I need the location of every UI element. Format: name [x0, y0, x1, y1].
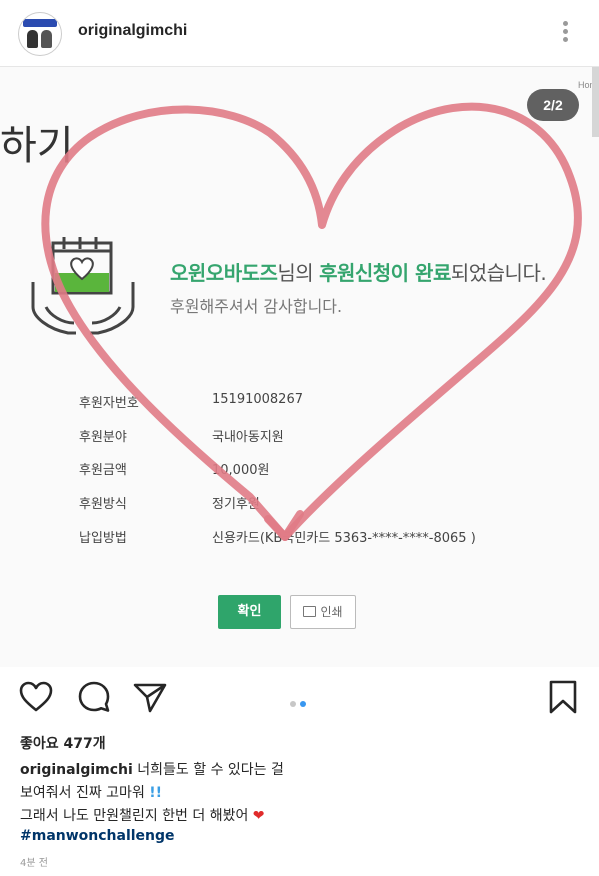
comment-icon[interactable]	[76, 679, 112, 715]
thanks-subtitle: 후원해주셔서 감사합니다.	[170, 297, 343, 316]
more-options-icon[interactable]	[555, 18, 575, 46]
row-label: 후원자번호	[79, 396, 139, 411]
row-value: 신용카드(KB국민카드 5363-****-****-8065 )	[212, 531, 476, 546]
row-label: 후원금액	[79, 463, 127, 478]
donation-calendar-hands-icon	[31, 237, 135, 335]
row-value: 정기후원	[212, 497, 260, 512]
print-button[interactable]: 인쇄	[290, 595, 356, 629]
row-label: 후원분야	[79, 430, 127, 445]
scrollbar	[592, 67, 599, 137]
likes-count[interactable]: 좋아요 477개	[20, 733, 106, 753]
heart-icon[interactable]	[18, 679, 54, 715]
completion-message: 오윈오바도즈님의 후원신청이 완료되었습니다.	[170, 257, 547, 286]
row-value: 10,000원	[212, 463, 270, 478]
printer-icon	[303, 606, 317, 617]
confirm-button[interactable]: 확인	[218, 595, 281, 629]
row-label: 후원방식	[79, 497, 127, 512]
carousel-dots	[288, 694, 308, 712]
row-value: 국내아동지원	[212, 430, 284, 445]
caption-text: 보여줘서 진짜 고마워	[20, 785, 150, 801]
page-title-fragment: 하기	[0, 123, 74, 169]
avatar-figure	[27, 30, 38, 48]
heart-drawing	[41, 102, 582, 541]
hashtag-link[interactable]: #manwonchallenge	[20, 828, 175, 844]
username[interactable]: originalgimchi	[78, 22, 187, 40]
caption-line: 그래서 나도 만원챌린지 한번 더 해봤어 ❤	[20, 805, 265, 825]
carousel-dot-active[interactable]	[300, 701, 306, 707]
post-actions	[0, 667, 599, 727]
share-icon[interactable]	[132, 679, 168, 715]
avatar-badge	[23, 19, 57, 27]
row-label: 납입방법	[79, 531, 127, 546]
post-timestamp: 4분 전	[20, 858, 48, 869]
caption-line: originalgimchi 너희들도 할 수 있다는 걸	[20, 759, 284, 779]
post-header: originalgimchi	[0, 0, 599, 67]
red-heart-emoji: ❤	[252, 808, 265, 824]
message-highlight: 후원신청이 완료	[319, 261, 451, 285]
message-part1: 님의	[277, 261, 320, 285]
caption-text: 너희들도 할 수 있다는 걸	[132, 762, 284, 778]
row-value: 15191008267	[212, 392, 303, 407]
carousel-counter: 2/2	[527, 89, 579, 121]
caption-line: 보여줘서 진짜 고마워 !!	[20, 782, 162, 802]
carousel-dot[interactable]	[290, 701, 296, 707]
caption-username[interactable]: originalgimchi	[20, 762, 133, 778]
sponsor-name: 오윈오바도즈	[170, 261, 278, 285]
caption-text: 그래서 나도 만원챌린지 한번 더 해봤어	[20, 808, 253, 824]
post-photo[interactable]: 하기 Home 2/2 오윈오바도즈님의 후원신청이 완료되었습니다. 후원해주…	[0, 67, 599, 667]
print-label: 인쇄	[320, 605, 343, 619]
avatar-figure	[41, 30, 52, 48]
double-exclamation-emoji: !!	[149, 785, 163, 801]
message-part2: 되었습니다.	[450, 261, 547, 285]
avatar[interactable]	[18, 12, 62, 56]
bookmark-icon[interactable]	[545, 679, 581, 715]
